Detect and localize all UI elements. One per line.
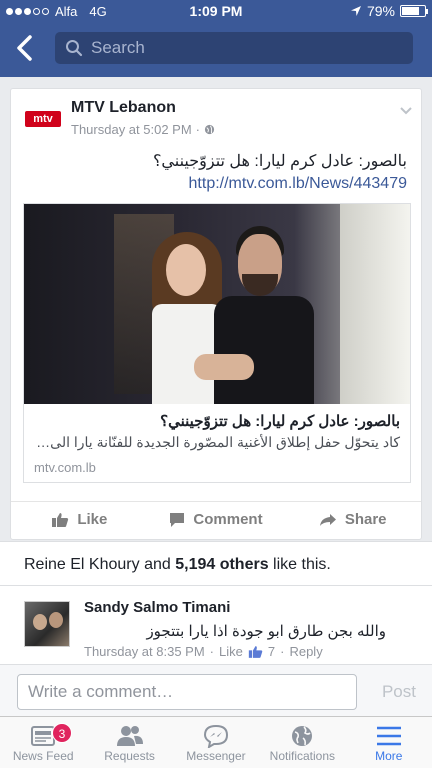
comment-composer: Write a comment… Post [0, 664, 432, 716]
share-button[interactable]: Share [284, 502, 421, 535]
chevron-left-icon [17, 35, 32, 61]
share-label: Share [344, 511, 387, 528]
battery-percent: 79% [366, 3, 395, 19]
notification-badge: 3 [52, 723, 72, 743]
tab-more[interactable]: More [346, 717, 432, 768]
tab-requests-label: Requests [104, 749, 155, 763]
comment-like-count[interactable]: 7 [268, 644, 275, 659]
likes-others[interactable]: 5,194 others [175, 556, 268, 573]
globe-privacy-icon [204, 124, 215, 135]
thumbs-up-icon [248, 645, 263, 658]
post-timestamp: Thursday at 5:02 PM · [71, 122, 215, 137]
location-arrow-icon [350, 6, 361, 16]
tab-requests[interactable]: Requests [86, 717, 172, 768]
back-button[interactable] [10, 32, 40, 64]
messenger-icon [203, 724, 228, 748]
notifications-globe-icon [292, 726, 313, 746]
comment-like-button[interactable]: Like [219, 644, 243, 659]
comment-time: Thursday at 8:35 PM [84, 644, 205, 659]
share-arrow-icon [319, 513, 336, 526]
like-label: Like [77, 511, 108, 528]
battery-level [402, 7, 420, 15]
page-logo[interactable]: mtv [25, 111, 61, 127]
shared-link-preview[interactable]: بالصور: عادل كرم ليارا: هل تتزوّجينني؟ ك… [23, 203, 411, 483]
tab-notifications-label: Notifications [269, 749, 336, 763]
chevron-down-icon [400, 107, 412, 115]
time-separator: · [195, 122, 201, 137]
likes-connector: and [139, 556, 176, 573]
comment-button[interactable]: Comment [148, 502, 285, 535]
post-comment-button[interactable]: Post [382, 682, 416, 702]
likes-suffix: like this. [268, 556, 331, 573]
menu-icon [376, 726, 401, 746]
thumbs-up-icon [52, 512, 69, 527]
page-name[interactable]: MTV Lebanon [71, 99, 176, 117]
comment-meta: Thursday at 8:35 PM · Like 7 · Reply [84, 644, 323, 659]
liker-name[interactable]: Reine El Khoury [24, 556, 140, 573]
search-icon [66, 40, 83, 57]
requests-icon [116, 726, 143, 746]
battery-icon [400, 5, 428, 17]
tab-messenger-label: Messenger [186, 749, 246, 763]
comment-reply-button[interactable]: Reply [289, 644, 322, 659]
comment-icon [170, 512, 185, 527]
shared-link-title: بالصور: عادل كرم ليارا: هل تتزوّجينني؟ [160, 413, 400, 430]
tab-news-feed[interactable]: News Feed 3 [0, 717, 86, 768]
meta-separator: · [209, 644, 215, 659]
status-bar: Alfa 4G 1:09 PM 79% [0, 0, 432, 24]
shared-link-image[interactable] [24, 204, 410, 404]
comment-item: Sandy Salmo Timani والله بجن طارق ابو جو… [0, 586, 432, 670]
post-options-button[interactable] [399, 103, 413, 121]
shared-link-domain: mtv.com.lb [34, 460, 96, 475]
commenter-avatar[interactable] [24, 601, 70, 647]
tab-notifications[interactable]: Notifications [259, 717, 345, 768]
search-input[interactable]: Search [55, 32, 413, 64]
post-actions: Like Comment Share [11, 501, 421, 535]
tab-bar: News Feed 3 Requests Messenger Notificat… [0, 716, 432, 768]
like-button[interactable]: Like [11, 502, 148, 535]
commenter-name[interactable]: Sandy Salmo Timani [84, 599, 230, 616]
tab-more-label: More [375, 749, 403, 763]
likes-summary[interactable]: Reine El Khoury and 5,194 others like th… [0, 541, 432, 586]
tab-news-feed-label: News Feed [12, 749, 74, 763]
meta-separator: · [280, 644, 285, 659]
tab-messenger[interactable]: Messenger [173, 717, 259, 768]
comment-text: والله بجن طارق ابو جودة اذا يارا بتتجوز [146, 623, 386, 640]
status-right: 79% [350, 3, 428, 19]
post-time[interactable]: Thursday at 5:02 PM [71, 122, 192, 137]
comment-label: Comment [193, 511, 263, 528]
search-placeholder: Search [91, 38, 145, 57]
shared-link-description: كاد يتحوّل حفل إطلاق الأغنية المصّورة ال… [36, 434, 400, 450]
post-link[interactable]: http://mtv.com.lb/News/443479 [189, 175, 407, 193]
post-card: mtv MTV Lebanon Thursday at 5:02 PM · با… [10, 88, 422, 540]
post-text: بالصور: عادل كرم ليارا: هل تتزوّجينني؟ [152, 153, 407, 170]
app-header: Alfa 4G 1:09 PM 79% Search [0, 0, 432, 77]
comment-input[interactable]: Write a comment… [17, 674, 357, 710]
